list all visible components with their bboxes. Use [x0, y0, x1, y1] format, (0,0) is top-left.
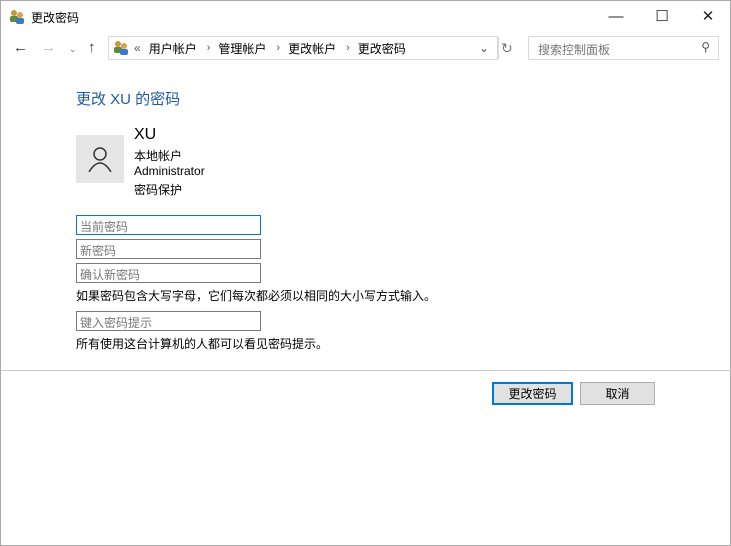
search-placeholder: 搜索控制面板: [538, 43, 611, 57]
current-password-input[interactable]: 当前密码: [76, 215, 261, 235]
breadcrumb-item[interactable]: 更改密码: [358, 40, 406, 57]
users-location-icon: [113, 39, 129, 58]
cancel-button[interactable]: 取消: [580, 382, 655, 405]
window-title: 更改密码: [31, 11, 80, 25]
account-type: 本地帐户: [134, 149, 183, 163]
minimize-button[interactable]: —: [593, 1, 639, 31]
chevron-right-icon[interactable]: ›: [207, 42, 211, 54]
breadcrumb-item[interactable]: 更改帐户: [288, 40, 336, 57]
password-hint-input[interactable]: 键入密码提示: [76, 311, 261, 331]
forward-icon[interactable]: →: [41, 39, 56, 56]
avatar: [76, 135, 124, 183]
password-status: 密码保护: [134, 183, 183, 197]
account-role: Administrator: [134, 164, 205, 178]
hint-visibility-note: 所有使用这台计算机的人都可以看见密码提示。: [76, 337, 329, 351]
breadcrumb-item[interactable]: 用户帐户: [149, 40, 197, 57]
new-password-input[interactable]: 新密码: [76, 239, 261, 259]
up-icon[interactable]: ↑: [88, 39, 96, 56]
overflow-crumbs[interactable]: «: [134, 41, 141, 55]
address-dropdown-icon[interactable]: ⌄: [479, 41, 489, 55]
close-button[interactable]: ✕: [685, 1, 731, 31]
recent-dropdown-icon[interactable]: ⌄: [69, 44, 77, 55]
change-password-button[interactable]: 更改密码: [492, 382, 573, 405]
user-name: XU: [134, 126, 157, 143]
divider: [1, 370, 731, 371]
case-sensitivity-note: 如果密码包含大写字母，它们每次都必须以相同的大小写方式输入。: [76, 289, 437, 303]
search-icon: ⚲: [701, 40, 710, 54]
back-icon[interactable]: ←: [13, 39, 28, 56]
chevron-right-icon[interactable]: ›: [276, 42, 280, 54]
users-app-icon: [9, 8, 25, 24]
maximize-button[interactable]: ☐: [639, 1, 685, 31]
search-input[interactable]: 搜索控制面板 ⚲: [528, 36, 719, 60]
refresh-icon[interactable]: ↻: [501, 40, 513, 57]
chevron-right-icon[interactable]: ›: [346, 42, 350, 54]
confirm-password-input[interactable]: 确认新密码: [76, 263, 261, 283]
page-title: 更改 XU 的密码: [76, 91, 181, 108]
address-bar[interactable]: « 用户帐户 › 管理帐户 › 更改帐户 › 更改密码 ⌄ ↻: [108, 36, 513, 60]
user-icon: [88, 147, 112, 172]
breadcrumb-item[interactable]: 管理帐户: [218, 40, 266, 57]
